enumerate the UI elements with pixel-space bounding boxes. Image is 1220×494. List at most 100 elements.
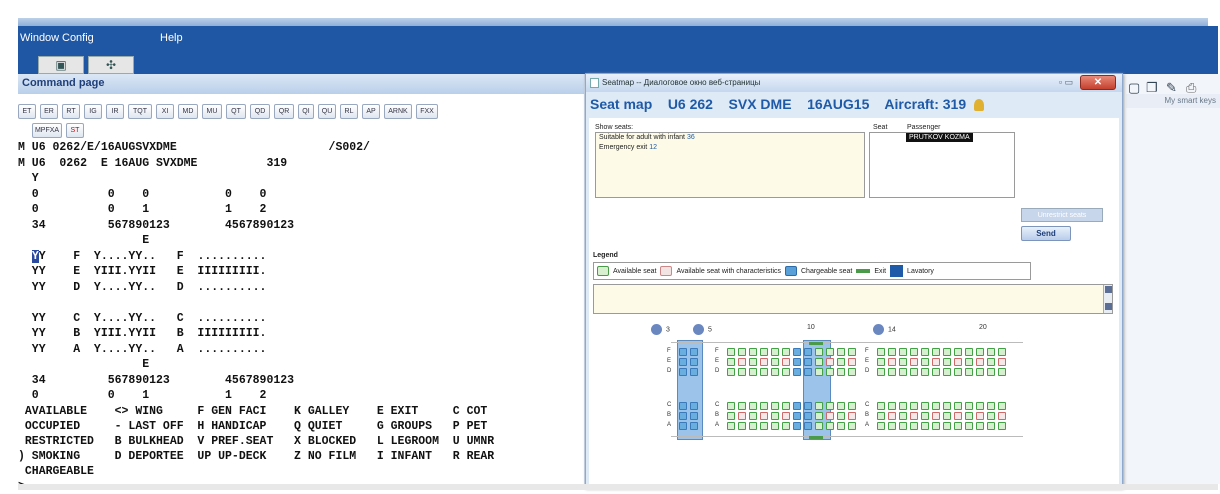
seat[interactable] xyxy=(760,402,768,410)
seat[interactable] xyxy=(954,348,962,356)
seat[interactable] xyxy=(837,422,845,430)
seat[interactable] xyxy=(793,358,801,366)
seat[interactable] xyxy=(738,422,746,430)
seat[interactable] xyxy=(782,422,790,430)
seat[interactable] xyxy=(760,412,768,420)
toolbar-button-qd[interactable]: QD xyxy=(250,104,270,119)
seat[interactable] xyxy=(771,358,779,366)
seat[interactable] xyxy=(749,348,757,356)
toolbar-button-qt[interactable]: QT xyxy=(226,104,246,119)
seat[interactable] xyxy=(899,368,907,376)
seat[interactable] xyxy=(888,348,896,356)
scroll-down-icon[interactable] xyxy=(1105,303,1112,310)
seat[interactable] xyxy=(888,422,896,430)
seat[interactable] xyxy=(848,422,856,430)
seat[interactable] xyxy=(976,368,984,376)
seat[interactable] xyxy=(782,368,790,376)
seat[interactable] xyxy=(954,368,962,376)
seat[interactable] xyxy=(877,402,885,410)
seat[interactable] xyxy=(793,348,801,356)
seat[interactable] xyxy=(910,358,918,366)
seat[interactable] xyxy=(804,348,812,356)
seat[interactable] xyxy=(943,368,951,376)
seat[interactable] xyxy=(910,348,918,356)
seat[interactable] xyxy=(987,402,995,410)
seat[interactable] xyxy=(998,348,1006,356)
seat[interactable] xyxy=(899,422,907,430)
seat[interactable] xyxy=(771,412,779,420)
seat[interactable] xyxy=(848,368,856,376)
seat[interactable] xyxy=(727,422,735,430)
seat[interactable] xyxy=(943,402,951,410)
show-seats-item[interactable]: Suitable for adult with infant 36 xyxy=(596,133,864,143)
toolbar-button-mpfxa[interactable]: MPFXA xyxy=(32,123,62,138)
seat[interactable] xyxy=(976,348,984,356)
seat[interactable] xyxy=(679,412,687,420)
seat[interactable] xyxy=(679,368,687,376)
seat[interactable] xyxy=(826,422,834,430)
seat[interactable] xyxy=(998,402,1006,410)
seat[interactable] xyxy=(749,402,757,410)
seat[interactable] xyxy=(888,358,896,366)
seat[interactable] xyxy=(760,368,768,376)
seat[interactable] xyxy=(932,368,940,376)
toolbar-button-ig[interactable]: IG xyxy=(84,104,102,119)
seat[interactable] xyxy=(690,412,698,420)
seat[interactable] xyxy=(987,348,995,356)
toolbar-button-arnk[interactable]: ARNK xyxy=(384,104,412,119)
seat[interactable] xyxy=(987,368,995,376)
seat[interactable] xyxy=(771,422,779,430)
help-bulb-icon[interactable] xyxy=(974,99,985,112)
seat[interactable] xyxy=(888,412,896,420)
seat[interactable] xyxy=(848,358,856,366)
seat[interactable] xyxy=(899,402,907,410)
seat[interactable] xyxy=(749,422,757,430)
seat[interactable] xyxy=(943,422,951,430)
seat[interactable] xyxy=(899,412,907,420)
seat[interactable] xyxy=(965,348,973,356)
seat[interactable] xyxy=(921,412,929,420)
seat[interactable] xyxy=(727,368,735,376)
seat[interactable] xyxy=(815,348,823,356)
seat[interactable] xyxy=(954,402,962,410)
seat[interactable] xyxy=(826,348,834,356)
seat[interactable] xyxy=(932,348,940,356)
seat[interactable] xyxy=(932,358,940,366)
seat[interactable] xyxy=(690,348,698,356)
toolbar-button-er[interactable]: ER xyxy=(40,104,58,119)
seat[interactable] xyxy=(954,422,962,430)
seat[interactable] xyxy=(837,368,845,376)
seat[interactable] xyxy=(727,348,735,356)
tab-network[interactable]: ✣ xyxy=(88,56,134,74)
seat[interactable] xyxy=(877,368,885,376)
scroll-up-icon[interactable] xyxy=(1105,286,1112,293)
seat[interactable] xyxy=(899,358,907,366)
seat[interactable] xyxy=(826,368,834,376)
show-seats-item[interactable]: Emergency exit 12 xyxy=(596,143,864,153)
seat[interactable] xyxy=(965,402,973,410)
message-box[interactable] xyxy=(593,284,1113,314)
seat[interactable] xyxy=(877,412,885,420)
toolbar-button-xi[interactable]: XI xyxy=(156,104,174,119)
seat[interactable] xyxy=(837,358,845,366)
seat[interactable] xyxy=(760,358,768,366)
seat[interactable] xyxy=(921,422,929,430)
scrollbar[interactable] xyxy=(1103,285,1112,313)
seat[interactable] xyxy=(899,348,907,356)
seat[interactable] xyxy=(738,412,746,420)
window-controls-icon[interactable]: ▫ ▭ xyxy=(1056,77,1076,88)
seat[interactable] xyxy=(804,368,812,376)
tab-console[interactable]: ▣ xyxy=(38,56,84,74)
toolbar-button-fxx[interactable]: FXX xyxy=(416,104,438,119)
seat[interactable] xyxy=(679,348,687,356)
seat[interactable] xyxy=(921,402,929,410)
passenger-list[interactable]: PRUTKOV KOZMA xyxy=(869,132,1015,198)
seat[interactable] xyxy=(921,358,929,366)
seat[interactable] xyxy=(987,422,995,430)
seat[interactable] xyxy=(848,402,856,410)
seat[interactable] xyxy=(749,358,757,366)
seat[interactable] xyxy=(888,368,896,376)
seat[interactable] xyxy=(815,402,823,410)
seat[interactable] xyxy=(998,422,1006,430)
seat[interactable] xyxy=(877,348,885,356)
